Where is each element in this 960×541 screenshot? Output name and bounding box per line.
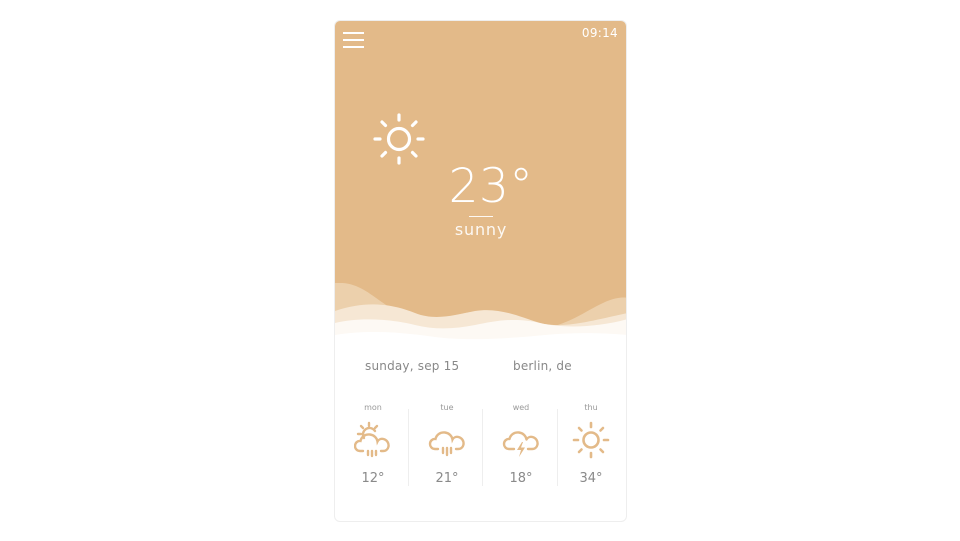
- sun-cloud-rain-icon: [354, 421, 390, 458]
- status-time: 09:14: [581, 26, 618, 40]
- current-condition: sunny: [454, 220, 508, 239]
- forecast-day-label: mon: [364, 403, 382, 412]
- forecast-row: mon 12° tue 21° wed 18° thu 34°: [335, 401, 626, 491]
- forecast-divider: [408, 409, 409, 486]
- cloud-rain-icon: [428, 431, 465, 457]
- forecast-day-thu[interactable]: thu 34°: [554, 401, 626, 491]
- forecast-day-mon[interactable]: mon 12°: [336, 401, 410, 491]
- temperature-divider: [469, 216, 493, 217]
- current-temperature: 23°: [448, 159, 534, 214]
- forecast-temperature: 21°: [435, 471, 459, 486]
- sun-icon: [373, 113, 425, 165]
- current-date: sunday, sep 15: [365, 359, 460, 373]
- wave-decoration: [335, 283, 626, 363]
- forecast-day-tue[interactable]: tue 21°: [410, 401, 484, 491]
- current-location: berlin, de: [513, 359, 572, 373]
- forecast-day-label: tue: [440, 403, 454, 412]
- forecast-day-label: wed: [512, 403, 530, 412]
- weather-card: 09:14 23° sunny sunday, sep 15 berlin, d…: [334, 20, 627, 522]
- forecast-temperature: 34°: [579, 471, 603, 486]
- forecast-temperature: 12°: [361, 471, 385, 486]
- cloud-lightning-icon: [502, 431, 539, 457]
- sun-icon: [572, 421, 610, 459]
- forecast-day-wed[interactable]: wed 18°: [484, 401, 558, 491]
- stage: 09:14 23° sunny sunday, sep 15 berlin, d…: [0, 0, 960, 541]
- forecast-day-label: thu: [584, 403, 598, 412]
- hamburger-menu-icon[interactable]: [343, 29, 365, 48]
- forecast-temperature: 18°: [509, 471, 533, 486]
- forecast-divider: [482, 409, 483, 486]
